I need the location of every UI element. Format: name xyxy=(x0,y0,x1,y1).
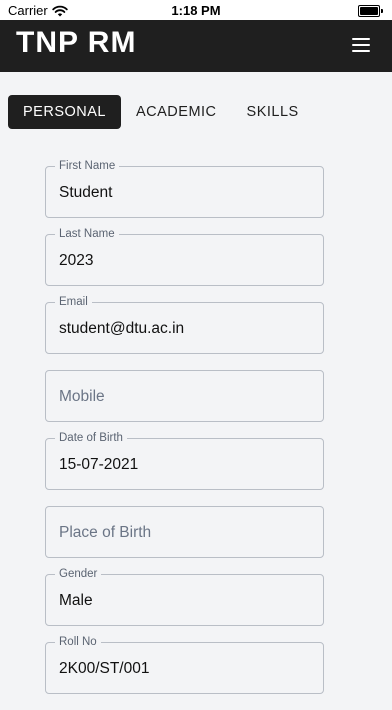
gender-field[interactable]: Gender Male xyxy=(45,568,324,626)
email-field[interactable]: Email student@dtu.ac.in xyxy=(45,296,324,354)
email-label: Email xyxy=(55,296,92,309)
app-header: TNP RM xyxy=(0,20,392,72)
app-title: TNP RM xyxy=(16,26,137,59)
last-name-label: Last Name xyxy=(55,228,119,241)
tab-bar: PERSONAL ACADEMIC SKILLS xyxy=(8,95,314,129)
place-of-birth-field[interactable]: Place of Birth xyxy=(45,506,324,558)
first-name-field[interactable]: First Name Student xyxy=(45,160,324,218)
date-of-birth-label: Date of Birth xyxy=(55,432,127,445)
place-of-birth-placeholder: Place of Birth xyxy=(59,524,152,541)
roll-no-value: 2K00/ST/001 xyxy=(59,660,150,677)
status-bar: Carrier 1:18 PM xyxy=(0,0,392,20)
mobile-placeholder: Mobile xyxy=(59,388,105,405)
first-name-label: First Name xyxy=(55,160,120,173)
tab-personal[interactable]: PERSONAL xyxy=(8,95,121,129)
first-name-value: Student xyxy=(59,184,113,201)
last-name-value: 2023 xyxy=(59,252,94,269)
last-name-field[interactable]: Last Name 2023 xyxy=(45,228,324,286)
date-of-birth-value: 15-07-2021 xyxy=(59,456,139,473)
email-value: student@dtu.ac.in xyxy=(59,320,185,337)
roll-no-label: Roll No xyxy=(55,636,101,649)
gender-label: Gender xyxy=(55,568,102,581)
tab-academic[interactable]: ACADEMIC xyxy=(121,95,232,129)
personal-form: First Name Student Last Name 2023 Email … xyxy=(45,160,324,710)
hamburger-menu-icon[interactable] xyxy=(352,38,370,52)
status-time: 1:18 PM xyxy=(171,3,221,18)
gender-value: Male xyxy=(59,592,93,609)
date-of-birth-field[interactable]: Date of Birth 15-07-2021 xyxy=(45,432,324,490)
battery-icon xyxy=(358,5,383,17)
tab-skills[interactable]: SKILLS xyxy=(232,95,314,129)
mobile-field[interactable]: Mobile xyxy=(45,370,324,422)
roll-no-field[interactable]: Roll No 2K00/ST/001 xyxy=(45,636,324,694)
